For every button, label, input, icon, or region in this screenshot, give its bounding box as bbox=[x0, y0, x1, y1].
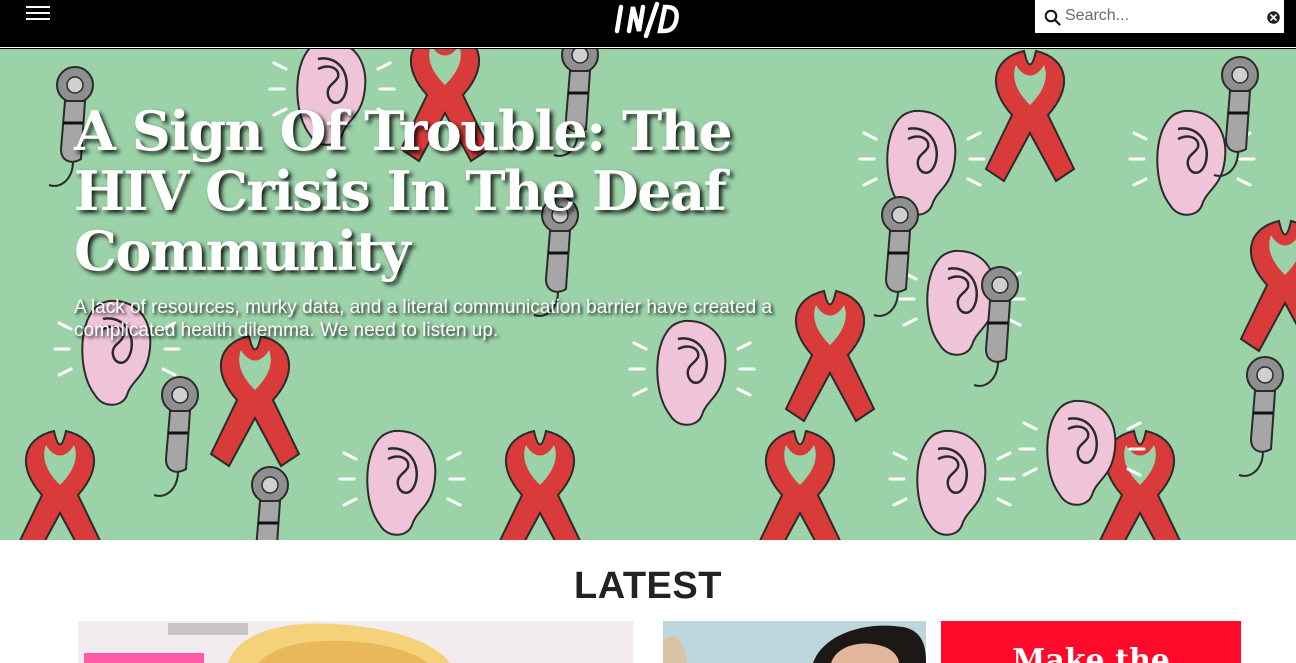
latest-card[interactable] bbox=[78, 621, 633, 663]
top-navigation-bar bbox=[0, 0, 1296, 47]
latest-card[interactable] bbox=[663, 621, 926, 663]
clear-search-icon[interactable] bbox=[1267, 11, 1280, 24]
search-bar bbox=[1035, 0, 1284, 33]
hero-headline[interactable]: A Sign Of Trouble: The HIV Crisis In The… bbox=[74, 101, 794, 281]
search-icon[interactable] bbox=[1044, 9, 1061, 26]
promo-card-text: Make the bbox=[1012, 643, 1170, 663]
search-input[interactable] bbox=[1065, 5, 1260, 27]
hero-dek: A lack of resources, murky data, and a l… bbox=[74, 297, 773, 341]
card-thumbnail-image bbox=[78, 621, 633, 663]
menu-icon[interactable] bbox=[24, 4, 54, 24]
site-logo[interactable] bbox=[608, 0, 688, 40]
hero-feature[interactable]: A Sign Of Trouble: The HIV Crisis In The… bbox=[0, 49, 1296, 540]
card-thumbnail-image bbox=[663, 621, 926, 663]
latest-card-promo[interactable]: Make the bbox=[941, 621, 1241, 663]
latest-section-heading: LATEST bbox=[574, 565, 722, 607]
